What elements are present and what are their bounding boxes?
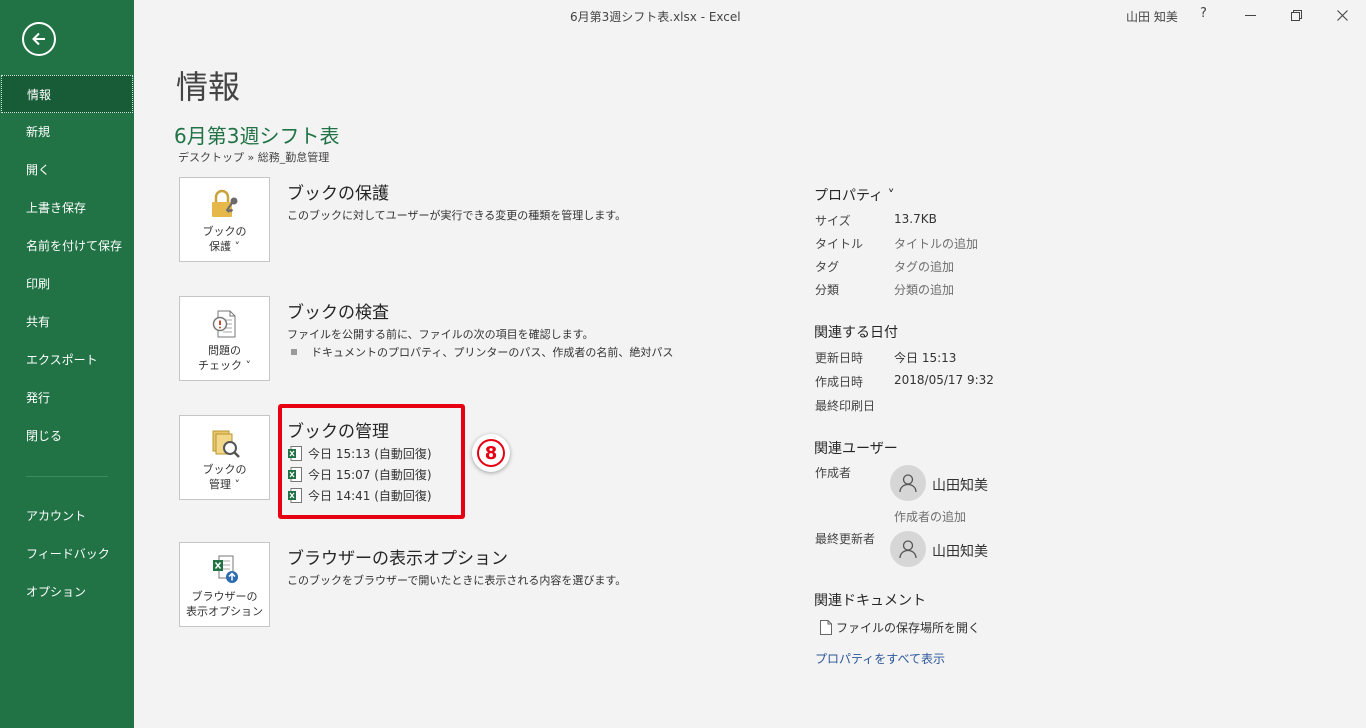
show-all-properties-link[interactable]: プロパティをすべて表示 bbox=[815, 650, 945, 667]
browser-view-options-button[interactable]: ブラウザーの 表示オプション bbox=[179, 542, 270, 627]
protect-description: このブックに対してユーザーが実行できる変更の種類を管理します。 bbox=[287, 209, 627, 222]
last-modified-by-label: 最終更新者 bbox=[815, 532, 876, 546]
tag-label: タグ bbox=[815, 260, 840, 274]
open-file-location-link[interactable]: ファイルの保存場所を開く bbox=[820, 619, 980, 636]
step-number: 8 bbox=[477, 439, 505, 467]
inspect-document-icon bbox=[208, 307, 242, 341]
size-value: 13.7KB bbox=[894, 212, 937, 226]
check-for-issues-button[interactable]: 問題の チェック ˅ bbox=[179, 296, 270, 381]
nav-options[interactable]: オプション bbox=[0, 573, 134, 611]
title-bar: 6月第3週シフト表.xlsx - Excel 山田 知美 ? bbox=[134, 0, 1366, 32]
browser-title: ブラウザーの表示オプション bbox=[287, 549, 508, 569]
browser-view-icon bbox=[208, 553, 242, 587]
nav-share[interactable]: 共有 bbox=[0, 303, 134, 341]
protect-title: ブックの保護 bbox=[287, 184, 389, 204]
nav-publish[interactable]: 発行 bbox=[0, 379, 134, 417]
inspect-description: ファイルを公開する前に、ファイルの次の項目を確認します。 bbox=[287, 328, 594, 341]
nav-divider bbox=[26, 476, 108, 477]
nav-account[interactable]: アカウント bbox=[0, 497, 134, 535]
protect-button-label: ブックの 保護 ˅ bbox=[203, 224, 247, 254]
category-field[interactable]: 分類の追加 bbox=[894, 281, 954, 298]
author-name[interactable]: 山田知美 bbox=[932, 475, 988, 495]
nav-print[interactable]: 印刷 bbox=[0, 265, 134, 303]
restore-button[interactable] bbox=[1285, 4, 1307, 26]
close-window-button[interactable] bbox=[1331, 4, 1353, 26]
open-file-location-label: ファイルの保存場所を開く bbox=[836, 621, 981, 635]
step-badge: 8 bbox=[472, 434, 510, 472]
nav-save[interactable]: 上書き保存 bbox=[0, 189, 134, 227]
nav-export[interactable]: エクスポート bbox=[0, 341, 134, 379]
inspect-bullet-text: ドキュメントのプロパティ、プリンターのパス、作成者の名前、絶対パス bbox=[311, 346, 674, 359]
inspect-label-line2: チェック ˅ bbox=[198, 359, 251, 372]
nav-feedback[interactable]: フィードバック bbox=[0, 535, 134, 573]
highlight-box bbox=[278, 404, 465, 519]
browser-label-line2: 表示オプション bbox=[186, 605, 263, 618]
help-button[interactable]: ? bbox=[1200, 6, 1207, 21]
signed-in-user[interactable]: 山田 知美 bbox=[1126, 8, 1178, 25]
inspect-title: ブックの検査 bbox=[287, 303, 389, 323]
minimize-icon bbox=[1244, 14, 1256, 16]
protect-workbook-button[interactable]: ブックの 保護 ˅ bbox=[179, 177, 270, 262]
avatar bbox=[890, 531, 926, 567]
related-documents-heading: 関連ドキュメント bbox=[814, 593, 926, 609]
avatar bbox=[890, 465, 926, 501]
manage-versions-icon bbox=[208, 426, 242, 460]
add-author-link[interactable]: 作成者の追加 bbox=[894, 508, 966, 525]
lock-key-icon bbox=[208, 188, 242, 222]
close-icon bbox=[1336, 9, 1348, 21]
backstage-nav: 情報 新規 開く 上書き保存 名前を付けて保存 印刷 共有 エクスポート 発行 … bbox=[0, 75, 134, 611]
document-icon bbox=[820, 620, 832, 635]
person-icon bbox=[899, 474, 917, 493]
inspect-label-line1: 問題の bbox=[208, 344, 241, 357]
related-people-heading: 関連ユーザー bbox=[814, 441, 898, 457]
arrow-left-icon bbox=[32, 32, 45, 46]
modified-value: 今日 15:13 bbox=[894, 351, 957, 365]
nav-close[interactable]: 閉じる bbox=[0, 417, 134, 455]
person-icon bbox=[899, 540, 917, 559]
page-title: 情報 bbox=[176, 68, 241, 106]
bullet-square bbox=[291, 349, 297, 355]
size-label: サイズ bbox=[815, 214, 851, 228]
manage-label-line2: 管理 ˅ bbox=[209, 478, 240, 491]
nav-new[interactable]: 新規 bbox=[0, 113, 134, 151]
restore-icon bbox=[1290, 9, 1302, 21]
manage-label-line1: ブックの bbox=[202, 463, 247, 476]
author-label: 作成者 bbox=[815, 466, 852, 480]
related-dates-heading: 関連する日付 bbox=[814, 325, 898, 341]
last-modified-by-name[interactable]: 山田知美 bbox=[932, 541, 988, 561]
manage-button-label: ブックの 管理 ˅ bbox=[203, 462, 247, 492]
properties-heading[interactable]: プロパティ ˅ bbox=[814, 185, 895, 205]
browser-label-line1: ブラウザーの bbox=[191, 590, 258, 603]
tag-field[interactable]: タグの追加 bbox=[894, 258, 954, 275]
file-name: 6月第3週シフト表 bbox=[174, 124, 340, 148]
manage-workbook-button[interactable]: ブックの 管理 ˅ bbox=[179, 415, 270, 500]
nav-open[interactable]: 開く bbox=[0, 151, 134, 189]
title-label: タイトル bbox=[815, 237, 864, 251]
backstage-sidebar: 情報 新規 開く 上書き保存 名前を付けて保存 印刷 共有 エクスポート 発行 … bbox=[0, 0, 134, 728]
last-printed-label: 最終印刷日 bbox=[815, 399, 876, 413]
nav-info[interactable]: 情報 bbox=[1, 75, 133, 113]
created-label: 作成日時 bbox=[815, 375, 864, 389]
browser-description: このブックをブラウザーで開いたときに表示される内容を選びます。 bbox=[287, 574, 627, 587]
title-field[interactable]: タイトルの追加 bbox=[894, 235, 978, 252]
modified-label: 更新日時 bbox=[815, 351, 864, 365]
inspect-bullet: ドキュメントのプロパティ、プリンターのパス、作成者の名前、絶対パス bbox=[291, 344, 673, 360]
browser-button-label: ブラウザーの 表示オプション bbox=[186, 589, 263, 619]
nav-save-as[interactable]: 名前を付けて保存 bbox=[0, 227, 134, 265]
created-value: 2018/05/17 9:32 bbox=[894, 373, 994, 387]
minimize-button[interactable] bbox=[1239, 4, 1261, 26]
protect-label-line1: ブックの bbox=[202, 225, 247, 238]
window-title: 6月第3週シフト表.xlsx - Excel bbox=[570, 10, 741, 24]
protect-label-line2: 保護 ˅ bbox=[209, 240, 240, 253]
back-button[interactable] bbox=[22, 22, 56, 56]
inspect-button-label: 問題の チェック ˅ bbox=[198, 343, 251, 373]
category-label: 分類 bbox=[815, 283, 840, 297]
file-path: デスクトップ » 総務_勤怠管理 bbox=[178, 151, 330, 164]
